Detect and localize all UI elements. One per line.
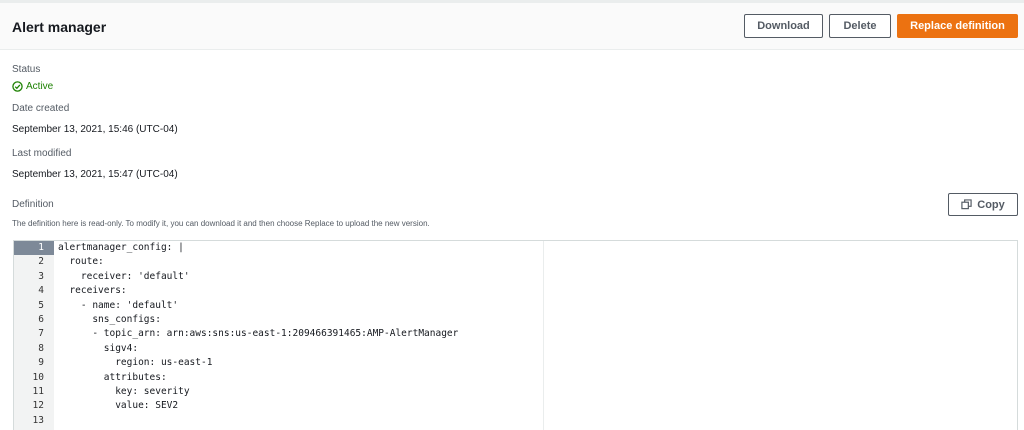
status-value: Active	[26, 81, 54, 92]
line-number: 13	[32, 414, 44, 426]
definition-description: The definition here is read-only. To mod…	[12, 219, 430, 228]
date-created-label: Date created	[12, 103, 70, 114]
copy-label: Copy	[977, 198, 1005, 211]
code-line: value: SEV2	[58, 400, 179, 412]
line-number: 10	[32, 371, 44, 383]
line-number: 5	[38, 299, 44, 311]
page-header: Alert manager Download Delete Replace de…	[0, 3, 1024, 50]
status-badge: Active	[12, 81, 53, 92]
code-editor[interactable]: 1 2 3 4 5 6 7 8 9 10 11 12 13 alertmanager_config: |…	[13, 240, 1018, 430]
copy-button[interactable]: Copy	[948, 193, 1018, 216]
code-line: attributes:	[58, 371, 167, 383]
code-line: receiver: 'default'	[58, 270, 190, 282]
check-circle-icon	[12, 81, 23, 92]
code-line: - name: 'default'	[58, 299, 179, 311]
status-label: Status	[12, 64, 41, 75]
code-line: sns_configs:	[58, 313, 161, 325]
code-line: sigv4:	[58, 342, 139, 354]
code-line: region: us-east-1	[58, 357, 213, 369]
line-number: 6	[38, 313, 44, 325]
delete-button[interactable]: Delete	[829, 14, 891, 38]
line-number: 1	[14, 241, 54, 256]
code-line: route:	[58, 256, 104, 268]
code-line: - topic_arn: arn:aws:sns:us-east-1:20946…	[58, 328, 459, 340]
code-line: receivers:	[58, 285, 127, 297]
line-number: 2	[38, 256, 44, 268]
line-number: 9	[38, 357, 44, 369]
line-number: 3	[38, 270, 44, 282]
copy-icon	[961, 199, 972, 210]
code-line: key: severity	[58, 385, 190, 397]
line-number: 11	[32, 385, 44, 397]
page-title: Alert manager	[12, 19, 107, 35]
last-modified-value: September 13, 2021, 15:47 (UTC-04)	[12, 169, 178, 180]
line-number: 4	[38, 285, 44, 297]
line-number: 7	[38, 328, 44, 340]
definition-label: Definition	[12, 199, 54, 210]
line-number: 12	[32, 400, 44, 412]
replace-definition-button[interactable]: Replace definition	[897, 14, 1018, 38]
line-number: 8	[38, 342, 44, 354]
last-modified-label: Last modified	[12, 148, 72, 159]
code-line: alertmanager_config: |	[58, 242, 184, 253]
line-number-gutter: 1 2 3 4 5 6 7 8 9 10 11 12 13	[14, 241, 54, 430]
download-button[interactable]: Download	[744, 14, 823, 38]
code-content[interactable]: alertmanager_config: | route: receiver: …	[58, 241, 1017, 428]
date-created-value: September 13, 2021, 15:46 (UTC-04)	[12, 124, 178, 135]
